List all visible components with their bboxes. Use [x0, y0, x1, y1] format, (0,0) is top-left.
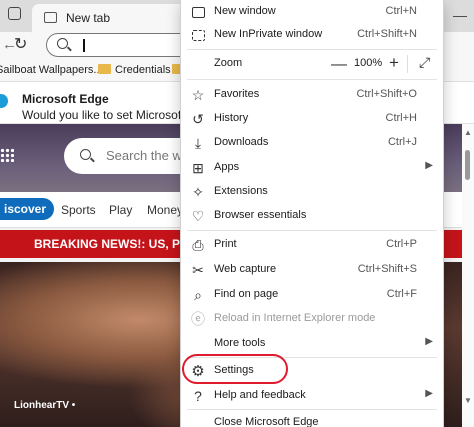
menu-item-label: Print: [214, 238, 237, 250]
menu-item-new-inprivate-window[interactable]: New InPrivate window Ctrl+Shift+N: [181, 23, 443, 47]
menu-item-label: Apps: [214, 161, 240, 173]
menu-item-label: Find on page: [214, 288, 279, 300]
favorite-item[interactable]: Sailboat Wallpapers...: [0, 64, 103, 76]
menu-item-label: New window: [214, 5, 276, 17]
menu-item-favorites[interactable]: ☆ Favorites Ctrl+Shift+O: [181, 83, 443, 107]
tab-label: New tab: [66, 11, 111, 25]
menu-item-shortcut: Ctrl+J: [387, 136, 417, 148]
tab-new-tab[interactable]: New tab: [32, 4, 192, 32]
menu-item-close-edge[interactable]: Close Microsoft Edge: [181, 411, 443, 427]
search-icon: [80, 149, 91, 160]
scissors-icon: ✂: [192, 261, 204, 278]
menu-item-label: Downloads: [214, 136, 269, 148]
menu-item-label: New InPrivate window: [214, 28, 323, 40]
menu-divider: [187, 230, 437, 231]
folder-icon: [98, 64, 111, 74]
menu-item-find-on-page[interactable]: ⌕ Find on page Ctrl+F: [181, 283, 443, 307]
menu-item-label: More tools: [214, 337, 266, 349]
puzzle-icon: ✧: [192, 183, 204, 200]
scroll-down-icon[interactable]: ▼: [464, 396, 472, 405]
menu-item-history[interactable]: ↺ History Ctrl+H: [181, 107, 443, 131]
nav-sports[interactable]: Sports: [61, 203, 96, 217]
find-icon: ⌕: [194, 286, 202, 303]
menu-item-shortcut: Ctrl+Shift+O: [356, 88, 417, 100]
menu-item-label: Reload in Internet Explorer mode: [214, 312, 376, 324]
search-icon: [57, 38, 68, 49]
menu-item-more-tools[interactable]: More tools ▶: [181, 332, 443, 356]
zoom-in-button[interactable]: +: [389, 53, 399, 73]
menu-divider: [187, 49, 437, 50]
menu-divider: [187, 79, 437, 80]
menu-item-help-and-feedback[interactable]: ? Help and feedback ▶: [181, 384, 443, 408]
minimize-icon[interactable]: —: [446, 0, 474, 32]
menu-item-zoom: Zoom — 100% + ⤢: [181, 52, 443, 76]
settings-highlight-annotation: [182, 354, 288, 384]
page-scrollbar[interactable]: ▲ ▼: [462, 124, 474, 427]
chevron-right-icon: ▶: [425, 388, 433, 399]
menu-item-label: Extensions: [214, 185, 268, 197]
nav-money[interactable]: Money: [147, 203, 183, 217]
menu-item-label: Close Microsoft Edge: [214, 416, 319, 427]
zoom-out-button[interactable]: —: [331, 56, 347, 74]
notification-title: Microsoft Edge: [22, 92, 109, 106]
menu-item-apps[interactable]: ⊞ Apps ▶: [181, 156, 443, 180]
new-window-icon: [189, 3, 207, 21]
photo-source: LionhearTV •: [14, 400, 76, 411]
chevron-right-icon: ▶: [425, 336, 433, 347]
history-icon: ↺: [192, 110, 204, 127]
nav-play[interactable]: Play: [109, 203, 132, 217]
favorite-folder-credentials[interactable]: Credentials: [98, 64, 171, 76]
menu-item-label: Help and feedback: [214, 389, 306, 401]
scroll-thumb[interactable]: [465, 150, 470, 180]
menu-item-shortcut: Ctrl+P: [386, 238, 417, 250]
menu-item-print[interactable]: ⎙ Print Ctrl+P: [181, 233, 443, 257]
star-icon: ☆: [191, 86, 205, 103]
menu-item-label: Web capture: [214, 263, 277, 275]
nav-discover[interactable]: iscover: [0, 198, 55, 220]
menu-item-extensions[interactable]: ✧ Extensions: [181, 180, 443, 204]
edge-logo-icon: [0, 94, 8, 108]
workspace-icon[interactable]: [8, 7, 21, 20]
refresh-icon[interactable]: ↻: [14, 34, 27, 54]
menu-item-shortcut: Ctrl+Shift+N: [357, 28, 417, 40]
menu-item-label: History: [214, 112, 249, 124]
menu-divider: [187, 409, 437, 410]
menu-item-shortcut: Ctrl+N: [385, 5, 417, 17]
new-tab-icon: [44, 12, 57, 23]
download-icon: ⤓: [194, 134, 202, 151]
menu-item-label: Favorites: [214, 88, 260, 100]
menu-item-label: Browser essentials: [214, 209, 307, 221]
menu-item-shortcut: Ctrl+F: [386, 288, 417, 300]
chevron-right-icon: ▶: [425, 160, 433, 171]
menu-item-downloads[interactable]: ⤓ Downloads Ctrl+J: [181, 131, 443, 155]
menu-item-shortcut: Ctrl+H: [385, 112, 417, 124]
menu-item-new-window[interactable]: New window Ctrl+N: [181, 0, 443, 24]
favorite-label: Sailboat Wallpapers...: [0, 64, 103, 76]
favorite-label: Credentials: [115, 64, 171, 76]
menu-item-shortcut: Ctrl+Shift+S: [357, 263, 417, 275]
search-placeholder: Search the we: [106, 148, 190, 163]
inprivate-icon: [189, 26, 207, 44]
text-cursor: [83, 39, 85, 52]
menu-item-label: Zoom: [214, 57, 243, 69]
menu-item-browser-essentials[interactable]: ♡ Browser essentials: [181, 204, 443, 228]
scroll-up-icon[interactable]: ▲: [464, 128, 472, 137]
apps-grid-icon[interactable]: [0, 148, 14, 162]
menu-item-web-capture[interactable]: ✂ Web capture Ctrl+Shift+S: [181, 258, 443, 282]
menu-item-reload-ie-mode: ⓔ Reload in Internet Explorer mode: [181, 307, 443, 331]
zoom-level: 100%: [354, 57, 383, 69]
apps-icon: ⊞: [192, 159, 204, 176]
breaking-news-text: BREAKING NEWS!: US, P: [34, 237, 181, 251]
fullscreen-icon[interactable]: ⤢: [419, 54, 430, 71]
menu-divider: [407, 55, 408, 73]
notification-text: Would you like to set Microsoft Ed: [22, 108, 203, 122]
printer-icon: ⎙: [192, 236, 204, 253]
help-icon: ?: [194, 388, 202, 404]
ie-icon: ⓔ: [191, 311, 205, 327]
heart-icon: ♡: [191, 207, 205, 224]
